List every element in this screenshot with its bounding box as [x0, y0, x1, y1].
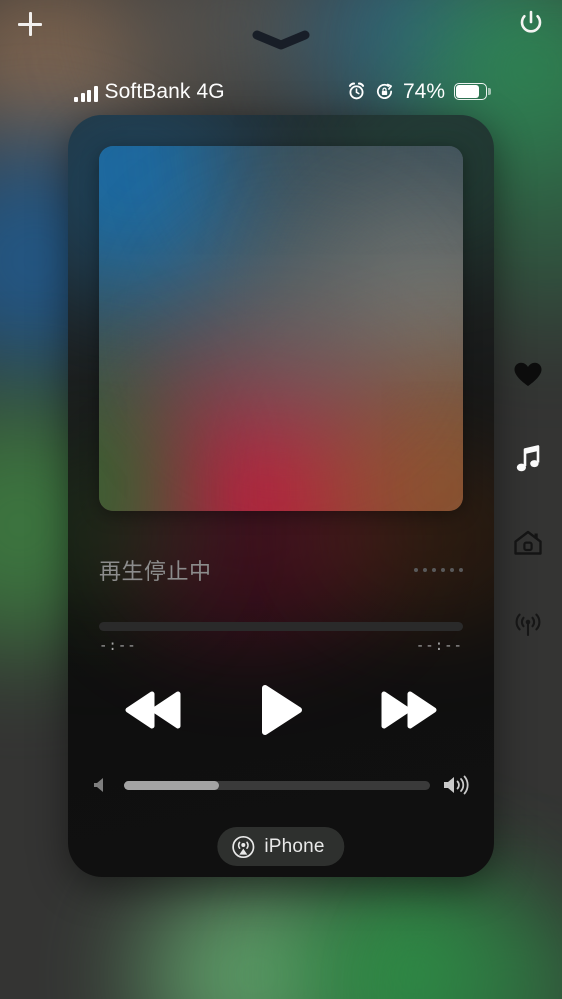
album-artwork[interactable] [99, 146, 463, 511]
airplay-route-button[interactable]: iPhone [217, 827, 345, 866]
playback-progress-slider[interactable] [99, 622, 463, 631]
fast-forward-button[interactable] [377, 689, 441, 731]
airplay-audio-icon [232, 835, 255, 858]
track-title: 再生停止中 [99, 560, 212, 585]
control-center-screen: + SoftBank 4G [0, 0, 562, 999]
battery-percent-label: 74% [402, 79, 445, 103]
rotation-lock-icon [376, 83, 393, 99]
carrier-label: SoftBank 4G [104, 79, 225, 103]
volume-high-icon [442, 773, 472, 797]
signal-bars-icon [74, 86, 98, 102]
status-bar-left: SoftBank 4G [74, 81, 225, 102]
transport-controls [99, 670, 463, 750]
status-bar-right: 74% [347, 79, 491, 103]
more-dots-icon[interactable] [414, 568, 463, 572]
rewind-button[interactable] [121, 689, 185, 731]
broadcast-icon [515, 613, 541, 637]
volume-slider[interactable] [124, 780, 430, 790]
collapse-grabber[interactable] [252, 30, 310, 50]
plus-icon-vertical [28, 12, 32, 36]
battery-icon [454, 82, 491, 100]
track-info-row: 再生停止中 [99, 555, 463, 585]
chevron-down-icon [252, 30, 310, 50]
elapsed-time-label: -:-- [99, 638, 137, 654]
artwork-gradient [99, 146, 463, 511]
volume-slider-fill [124, 780, 219, 790]
rail-item-home[interactable] [506, 521, 550, 565]
airplay-device-label: iPhone [264, 835, 325, 857]
volume-low-icon [90, 774, 112, 796]
home-icon [514, 530, 542, 555]
volume-row [90, 770, 472, 800]
power-icon [520, 10, 542, 33]
music-note-icon [516, 445, 540, 472]
top-bar: + [0, 0, 562, 64]
heart-icon [514, 362, 542, 386]
power-button[interactable] [515, 7, 547, 39]
playback-time-row: -:-- --:-- [99, 638, 463, 654]
remaining-time-label: --:-- [415, 638, 463, 654]
rewind-icon [125, 691, 181, 729]
alarm-clock-icon [348, 82, 365, 100]
add-button[interactable]: + [15, 9, 45, 39]
now-playing-card: 再生停止中 -:-- --:-- iPhone [68, 115, 494, 877]
side-rail [494, 0, 562, 999]
rail-item-favorite[interactable] [506, 353, 550, 397]
play-button[interactable] [258, 683, 304, 737]
fast-forward-icon [381, 691, 437, 729]
rail-item-broadcast[interactable] [506, 602, 550, 646]
play-icon [262, 685, 302, 735]
rail-item-music[interactable] [506, 437, 550, 481]
status-bar: SoftBank 4G 74% [0, 76, 562, 106]
